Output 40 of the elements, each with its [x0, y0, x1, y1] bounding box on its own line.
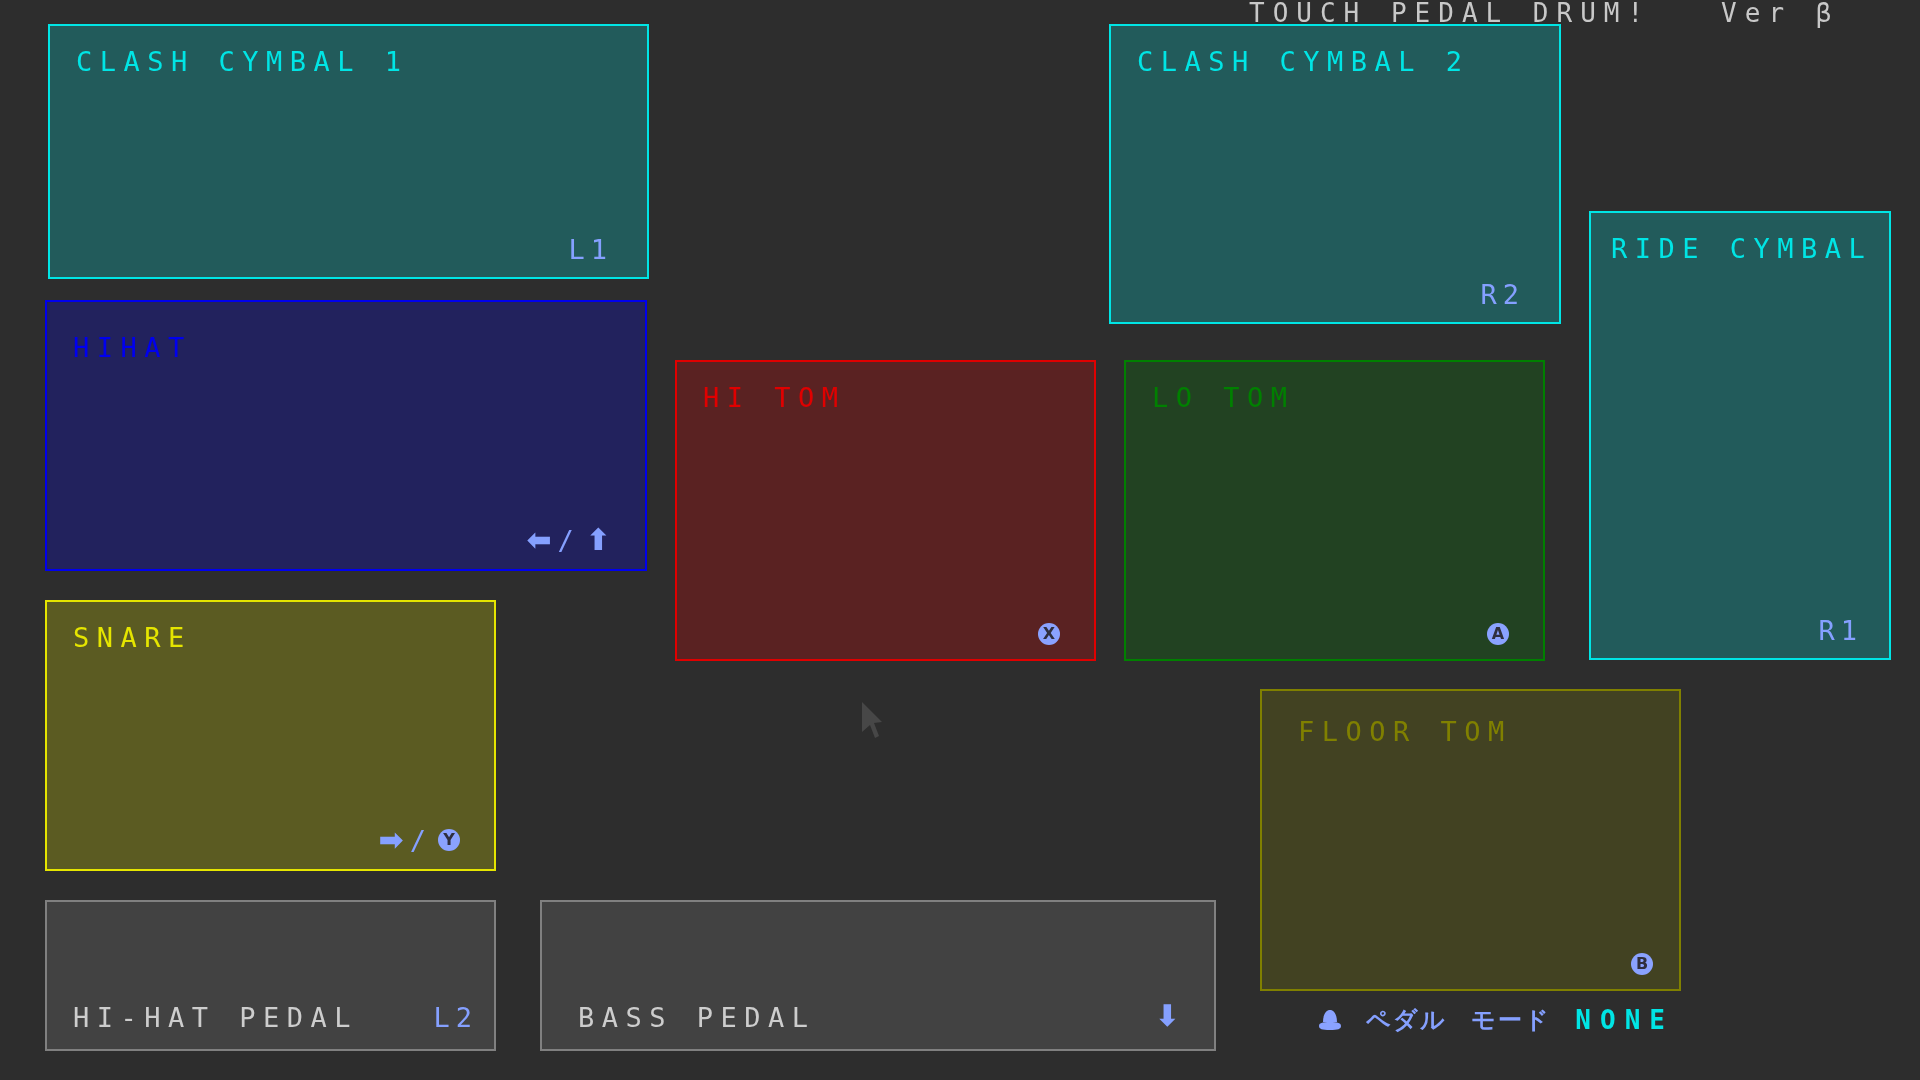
- pad-label: CLASH CYMBAL 2: [1137, 48, 1470, 75]
- pad-label: HI-HAT PEDAL: [73, 1004, 359, 1031]
- pad-label: SNARE: [73, 624, 192, 651]
- arrow-glyph: ⬇: [1154, 1001, 1180, 1031]
- pad-label: BASS PEDAL: [578, 1004, 816, 1031]
- pad-label: FLOOR TOM: [1298, 718, 1512, 745]
- dome-icon: [1318, 1009, 1342, 1031]
- pedal-mode-label: ペダル モード: [1366, 1005, 1552, 1036]
- drum-pad[interactable]: HI TOM X: [675, 360, 1096, 661]
- pad-label: HI TOM: [703, 384, 846, 411]
- app-title: TOUCH PEDAL DRUM!: [1249, 0, 1652, 26]
- arrow-glyph: ⬆: [585, 525, 611, 555]
- mouse-pointer-icon: [862, 702, 882, 738]
- drum-pad[interactable]: SNARE ➡ / Y: [45, 600, 496, 871]
- pedal-pad[interactable]: HI-HAT PEDAL L2: [45, 900, 496, 1051]
- key-hint: L2: [433, 1004, 478, 1031]
- key-badge: X: [1038, 623, 1060, 645]
- key-hint: R2: [1480, 281, 1525, 308]
- key-hint: R1: [1818, 617, 1863, 644]
- drum-pad[interactable]: RIDE CYMBAL R1: [1589, 211, 1891, 660]
- drum-pad[interactable]: HIHAT ⬅ / ⬆: [45, 300, 647, 571]
- drum-pad[interactable]: CLASH CYMBAL 1 L1: [48, 24, 649, 279]
- key-hint: L1: [568, 236, 613, 263]
- pedal-mode-value: NONE: [1575, 1005, 1674, 1035]
- key-hint: /: [557, 526, 580, 554]
- arrow-glyph: ➡: [378, 825, 404, 855]
- pad-label: CLASH CYMBAL 1: [76, 48, 409, 75]
- arrow-glyph: ⬅: [526, 525, 552, 555]
- key-badge: Y: [438, 829, 460, 851]
- pad-label: HIHAT: [73, 334, 192, 361]
- pedal-pad[interactable]: BASS PEDAL ⬇: [540, 900, 1216, 1051]
- drum-pad[interactable]: CLASH CYMBAL 2 R2: [1109, 24, 1561, 324]
- key-badge: B: [1631, 953, 1653, 975]
- pad-label: RIDE CYMBAL: [1611, 235, 1873, 262]
- drum-pad[interactable]: FLOOR TOM B: [1260, 689, 1681, 991]
- key-badge: A: [1487, 623, 1509, 645]
- drum-pad[interactable]: LO TOM A: [1124, 360, 1545, 661]
- pad-label: LO TOM: [1152, 384, 1295, 411]
- version-label: Ver β: [1721, 0, 1840, 26]
- key-hint: /: [409, 826, 432, 854]
